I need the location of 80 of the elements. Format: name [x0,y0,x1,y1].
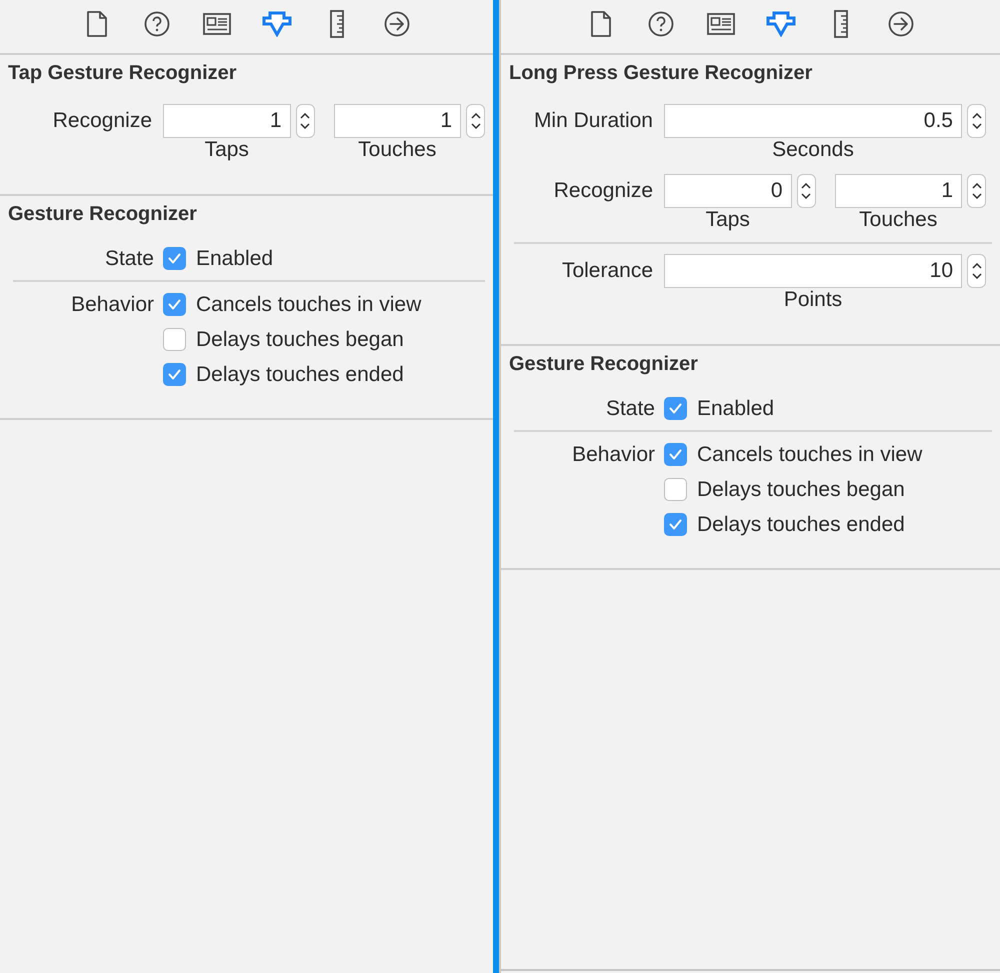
checkmark-icon [669,403,682,414]
chevron-down-icon [801,193,811,199]
ruler-icon [330,10,344,38]
arrow-right-circle-icon [888,11,914,37]
section-title: Long Press Gesture Recognizer [509,62,812,84]
number-field[interactable]: 1 [163,104,290,138]
checkbox[interactable] [664,478,687,501]
field-label: State [606,396,655,422]
field-caption: Taps [706,208,750,232]
checkbox-label[interactable]: Enabled [697,396,774,422]
field-label: Behavior [71,292,154,318]
down-arrow-icon [766,11,796,37]
number-field[interactable]: 0 [664,174,792,208]
help-icon [648,11,674,37]
down-arrow-icon [262,11,292,37]
checkbox-label[interactable]: Cancels touches in view [697,442,922,468]
field-label: Tolerance [562,258,653,284]
field-label: Recognize [554,178,653,204]
chevron-down-icon [300,123,310,129]
arrow-right-circle-icon [384,11,410,37]
chevron-up-icon [801,183,811,189]
checkbox-label[interactable]: Enabled [196,246,274,272]
checkmark-icon [168,299,181,310]
checkbox[interactable] [664,443,687,466]
id-card-icon [706,13,734,35]
field-label: Recognize [52,108,152,134]
stepper[interactable] [466,104,485,138]
field-caption: Seconds [772,138,854,162]
checkmark-icon [168,369,181,380]
number-field[interactable]: 1 [834,174,962,208]
section-title: Gesture Recognizer [509,353,698,375]
checkbox[interactable] [163,293,186,316]
number-field[interactable]: 0.5 [664,104,962,138]
ruler-icon [834,10,848,38]
inspector-tab[interactable] [646,9,676,39]
document-icon [86,11,106,37]
chevron-up-icon [972,183,982,189]
stepper[interactable] [967,254,986,288]
chevron-down-icon [972,123,982,129]
field-label: Behavior [572,442,655,468]
chevron-up-icon [300,113,310,119]
field-caption: Touches [859,208,938,232]
field-caption: Points [784,288,842,312]
section-title: Gesture Recognizer [8,203,197,225]
section-title: Tap Gesture Recognizer [8,62,237,84]
stepper[interactable] [967,104,986,138]
chevron-down-icon [972,193,982,199]
inspector-tab[interactable] [886,9,916,39]
checkbox[interactable] [163,328,186,351]
chevron-up-icon [972,263,982,269]
checkbox-label[interactable]: Delays touches ended [697,512,905,538]
checkbox[interactable] [163,363,186,386]
inspector-tab[interactable] [142,9,172,39]
chevron-up-icon [470,113,480,119]
field-caption: Touches [358,138,436,162]
checkbox-label[interactable]: Delays touches began [196,326,404,352]
stepper[interactable] [296,104,314,138]
inspector-tab[interactable] [382,9,412,39]
document-icon [590,11,610,37]
checkmark-icon [669,449,682,460]
chevron-down-icon [972,273,982,279]
id-card-icon [202,13,230,35]
field-caption: Taps [204,138,249,162]
field-label: State [104,246,154,272]
chevron-down-icon [470,123,480,129]
checkbox-label[interactable]: Delays touches began [697,476,905,502]
checkbox[interactable] [163,247,186,270]
help-icon [144,11,170,37]
chevron-up-icon [972,113,982,119]
field-label: Min Duration [534,108,653,134]
checkbox[interactable] [664,513,687,536]
number-field[interactable]: 10 [664,254,962,288]
checkbox-label[interactable]: Cancels touches in view [196,292,422,318]
checkmark-icon [168,253,181,264]
stepper[interactable] [967,174,986,208]
checkbox[interactable] [664,397,687,420]
stepper[interactable] [796,174,816,208]
number-field[interactable]: 1 [334,104,461,138]
checkmark-icon [669,519,682,530]
checkbox-label[interactable]: Delays touches ended [196,362,404,388]
